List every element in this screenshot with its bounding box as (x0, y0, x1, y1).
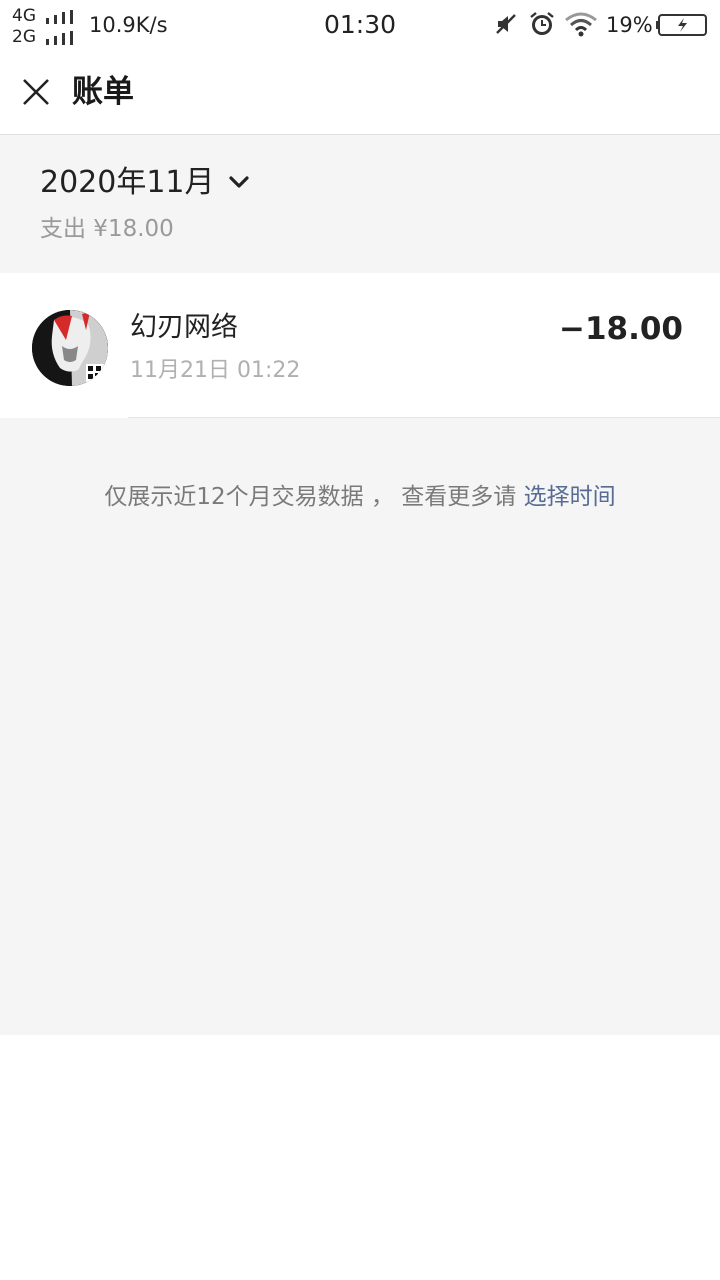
month-label: 2020年11月 (40, 165, 215, 200)
battery-charging-icon (656, 14, 707, 36)
chevron-down-icon (229, 176, 249, 188)
battery-percent: 19% (606, 13, 653, 37)
list-footer: 仅展示近12个月交易数据 ， 查看更多请 选择时间 (0, 418, 720, 1035)
select-time-link[interactable]: 选择时间 (524, 484, 616, 510)
wifi-icon (565, 12, 597, 37)
status-bar: 4G 2G 10.9K/s 01:30 19% (0, 0, 720, 50)
history-notice: 仅展示近12个月交易数据 ， 查看更多请 选择时间 (0, 480, 720, 514)
month-header: 2020年11月 支出 ¥18.00 (0, 135, 720, 273)
notice-text: 仅展示近12个月交易数据 ， 查看更多请 (104, 484, 524, 510)
title-bar: 账单 (0, 50, 720, 135)
expense-summary: 支出 ¥18.00 (40, 216, 174, 242)
avatar (32, 310, 108, 386)
mute-icon (496, 14, 516, 34)
page-title: 账单 (72, 74, 134, 110)
month-picker-button[interactable]: 2020年11月 (40, 163, 250, 203)
transaction-time: 11月21日 01:22 (130, 358, 301, 383)
transaction-row[interactable]: 幻刃网络 11月21日 01:22 −18.00 (0, 273, 720, 418)
merchant-name: 幻刃网络 (130, 312, 238, 343)
alarm-icon (530, 12, 554, 35)
close-icon[interactable] (16, 72, 56, 112)
transaction-amount: −18.00 (558, 311, 683, 347)
